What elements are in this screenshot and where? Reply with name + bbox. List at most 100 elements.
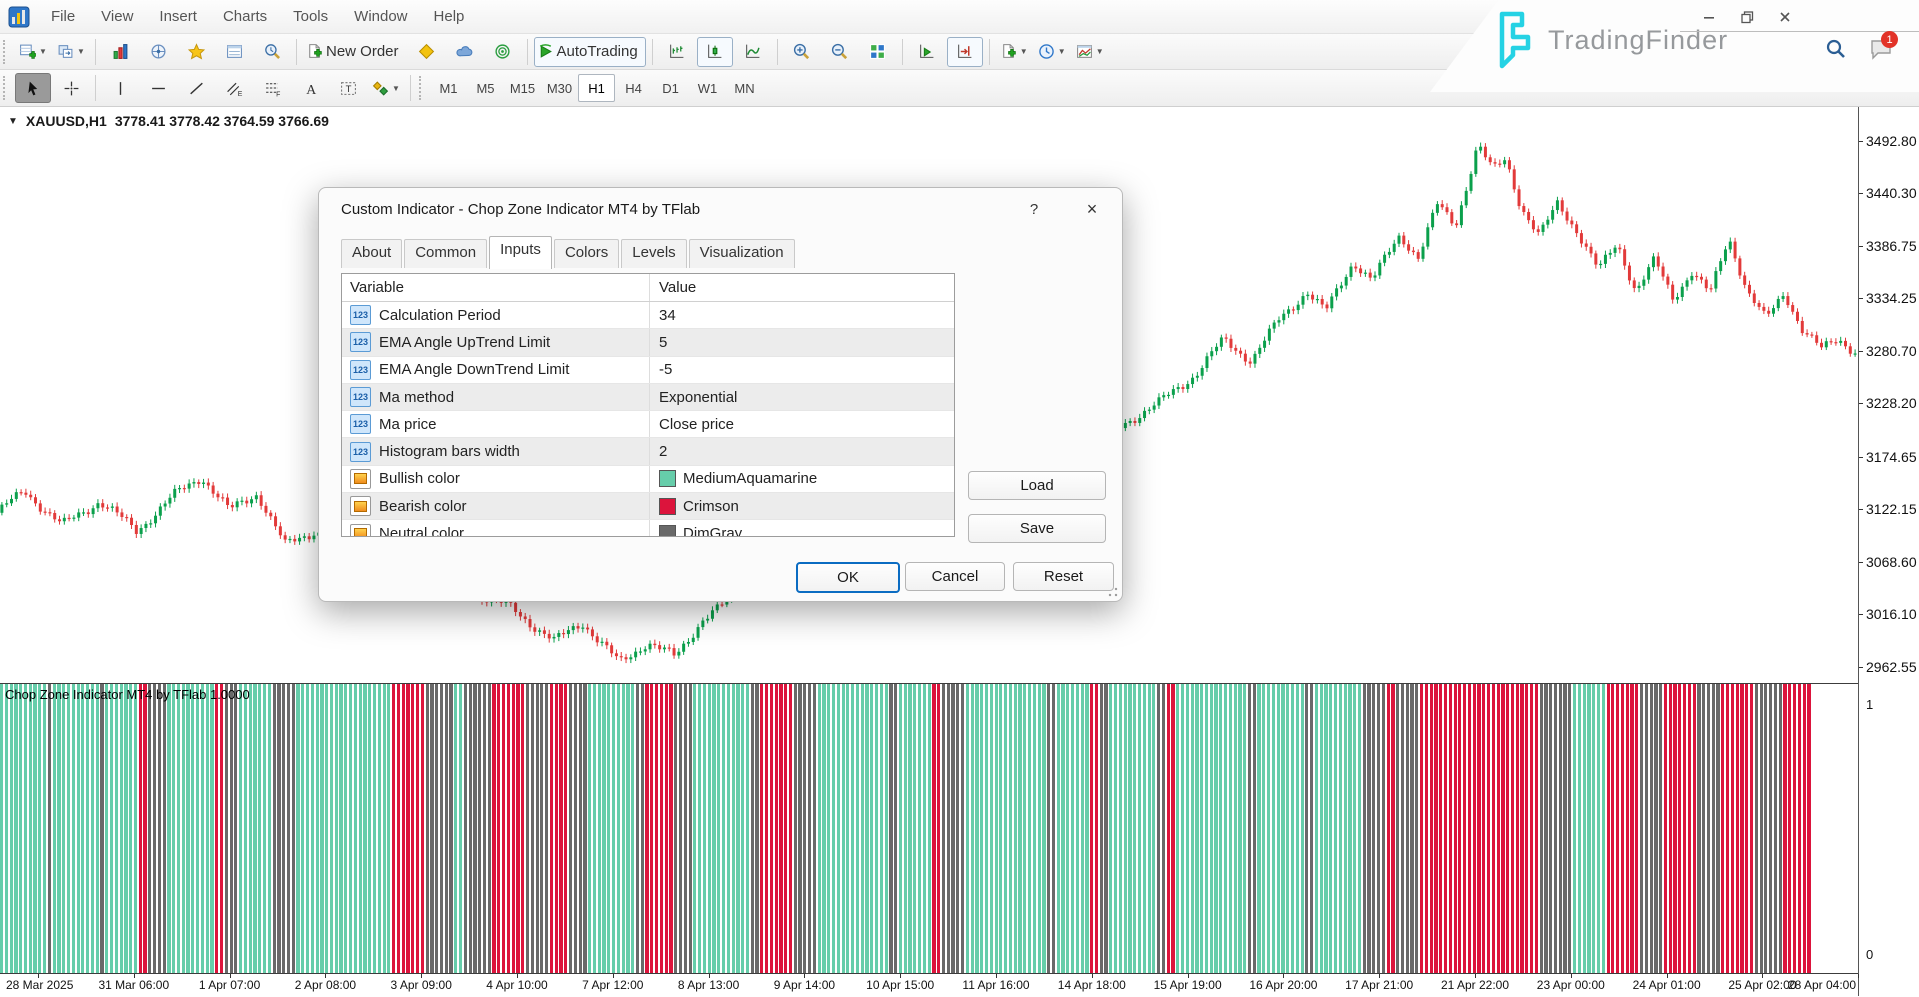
timeframe-m30-button[interactable]: M30 (541, 74, 578, 102)
tab-visualization[interactable]: Visualization (689, 239, 795, 268)
toolbar-grip[interactable] (3, 76, 9, 100)
tab-about[interactable]: About (341, 239, 402, 268)
resize-grip[interactable] (1108, 587, 1118, 597)
restore-button[interactable] (1736, 8, 1758, 26)
zoom-out-button[interactable] (822, 37, 858, 67)
menu-item-help[interactable]: Help (421, 3, 478, 30)
histogram-bar-neutral (1774, 684, 1777, 974)
fibonacci-button[interactable]: F (254, 73, 290, 103)
value-cell[interactable]: Crimson (650, 493, 954, 519)
cancel-button[interactable]: Cancel (905, 562, 1005, 591)
histogram-bar-neutral (1100, 684, 1103, 974)
value-cell[interactable]: Exponential (650, 384, 954, 410)
timeframe-m15-button[interactable]: M15 (504, 74, 541, 102)
tab-levels[interactable]: Levels (621, 239, 686, 268)
price-tick (1859, 298, 1863, 299)
new-chart-button[interactable]: ▼ (15, 37, 51, 67)
close-button[interactable] (1774, 8, 1796, 26)
tile-windows-button[interactable] (860, 37, 896, 67)
histogram-bar-bullish (1281, 684, 1284, 974)
templates-button[interactable]: ▼ (1072, 37, 1108, 67)
value-cell[interactable]: Close price (650, 411, 954, 437)
autotrading-button[interactable]: AutoTrading (534, 37, 646, 67)
trendline-button[interactable] (178, 73, 214, 103)
reset-button[interactable]: Reset (1013, 562, 1114, 591)
auto-scroll-button[interactable] (909, 37, 945, 67)
histogram-bar-bearish (1807, 684, 1810, 974)
table-row[interactable]: 123EMA Angle UpTrend Limit5 (342, 329, 954, 356)
navigator-button[interactable] (140, 37, 176, 67)
profiles-button[interactable]: ▼ (53, 37, 89, 67)
menu-item-window[interactable]: Window (341, 3, 420, 30)
variable-name: Histogram bars width (379, 443, 520, 460)
value-cell[interactable]: 34 (650, 302, 954, 328)
market-watch-button[interactable] (102, 37, 138, 67)
table-row[interactable]: Bullish colorMediumAquamarine (342, 466, 954, 493)
table-row[interactable]: Neutral colorDimGray (342, 520, 954, 537)
menu-item-tools[interactable]: Tools (280, 3, 341, 30)
table-row[interactable]: 123Ma priceClose price (342, 411, 954, 438)
line-chart-button[interactable] (735, 37, 771, 67)
pointer-button[interactable] (15, 73, 51, 103)
table-row[interactable]: 123Calculation Period34 (342, 302, 954, 329)
timeframe-h4-button[interactable]: H4 (615, 74, 652, 102)
metaeditor-button[interactable] (409, 37, 445, 67)
value-cell[interactable]: 2 (650, 438, 954, 464)
timeframe-d1-button[interactable]: D1 (652, 74, 689, 102)
value-cell[interactable]: -5 (650, 357, 954, 383)
vline-button[interactable] (102, 73, 138, 103)
timeframe-w1-button[interactable]: W1 (689, 74, 726, 102)
minimize-button[interactable] (1698, 8, 1720, 26)
menu-item-charts[interactable]: Charts (210, 3, 280, 30)
ok-button[interactable]: OK (796, 562, 900, 593)
periods-button[interactable]: ▼ (1034, 37, 1070, 67)
search-icon[interactable] (1825, 38, 1847, 65)
save-button[interactable]: Save (968, 514, 1106, 543)
time-axis[interactable]: 28 Mar 202531 Mar 06:001 Apr 07:002 Apr … (0, 973, 1858, 997)
menu-item-insert[interactable]: Insert (146, 3, 210, 30)
table-row[interactable]: Bearish colorCrimson (342, 493, 954, 520)
new-order-button[interactable]: New Order (303, 37, 407, 67)
strategy-tester-button[interactable] (254, 37, 290, 67)
zoom-in-button[interactable] (784, 37, 820, 67)
timeframe-m1-button[interactable]: M1 (430, 74, 467, 102)
bar-chart-button[interactable] (659, 37, 695, 67)
indicator-panel[interactable]: Chop Zone Indicator MT4 by TFlab 1.0000 (0, 683, 1858, 974)
terminal-button[interactable] (216, 37, 252, 67)
menu-item-file[interactable]: File (38, 3, 88, 30)
tab-common[interactable]: Common (404, 239, 487, 268)
dialog-close-button[interactable]: × (1075, 196, 1109, 222)
channel-button[interactable]: E (216, 73, 252, 103)
histogram-bar-bullish (120, 684, 123, 974)
toolbar-grip[interactable] (3, 40, 9, 64)
value-cell[interactable]: DimGray (650, 520, 954, 537)
tab-colors[interactable]: Colors (554, 239, 619, 268)
table-row[interactable]: 123Ma methodExponential (342, 384, 954, 411)
label-button[interactable]: T (330, 73, 366, 103)
timeframe-mn-button[interactable]: MN (726, 74, 763, 102)
market-button[interactable] (447, 37, 483, 67)
crosshair-button[interactable] (53, 73, 89, 103)
toolbar-grip[interactable] (419, 76, 425, 100)
hline-button[interactable] (140, 73, 176, 103)
timeframe-m5-button[interactable]: M5 (467, 74, 504, 102)
dialog-help-button[interactable]: ? (1019, 196, 1049, 222)
menu-item-view[interactable]: View (88, 3, 146, 30)
value-cell[interactable]: MediumAquamarine (650, 466, 954, 492)
tab-inputs[interactable]: Inputs (489, 236, 552, 269)
table-row[interactable]: 123EMA Angle DownTrend Limit-5 (342, 357, 954, 384)
load-button[interactable]: Load (968, 471, 1106, 500)
shapes-button[interactable]: ▼ (368, 73, 404, 103)
text-button[interactable]: A (292, 73, 328, 103)
value-cell[interactable]: 5 (650, 329, 954, 355)
chart-shift-button[interactable] (947, 37, 983, 67)
indicators-list-button[interactable]: ▼ (996, 37, 1032, 67)
table-row[interactable]: 123Histogram bars width2 (342, 438, 954, 465)
favorites-button[interactable] (178, 37, 214, 67)
chat-icon[interactable]: 1 (1869, 38, 1893, 65)
svg-text:F: F (276, 91, 280, 97)
price-scale[interactable]: 3492.803440.303386.753334.253280.703228.… (1858, 107, 1919, 996)
candle-chart-button[interactable] (697, 37, 733, 67)
timeframe-h1-button[interactable]: H1 (578, 74, 615, 102)
signals-button[interactable] (485, 37, 521, 67)
